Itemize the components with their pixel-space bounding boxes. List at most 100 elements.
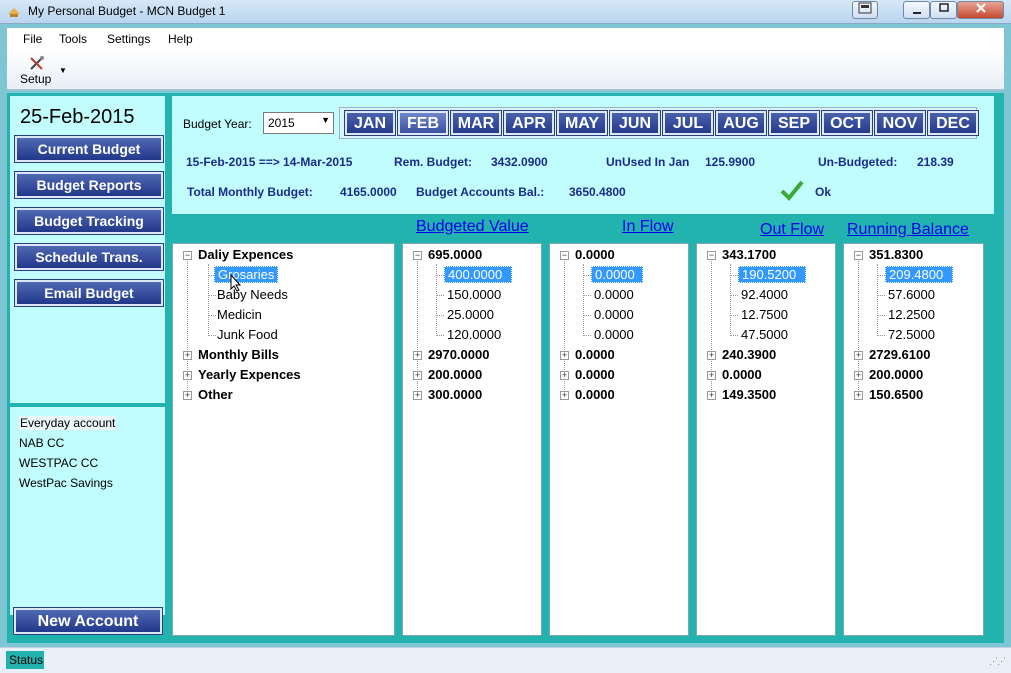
inflow-header[interactable]: In Flow — [622, 218, 674, 236]
month-button-apr[interactable]: APR — [504, 111, 554, 135]
account-item[interactable]: NAB CC — [19, 436, 64, 450]
running-value[interactable]: 351.8300 — [869, 247, 923, 262]
tree-node-subcategory[interactable]: Grosaries — [214, 266, 279, 283]
month-button-dec[interactable]: DEC — [928, 111, 978, 135]
dropdown-arrow-icon[interactable]: ▼ — [59, 66, 67, 75]
month-button-jun[interactable]: JUN — [610, 111, 660, 135]
outflow-value[interactable]: 12.7500 — [741, 307, 788, 322]
outflow-value[interactable]: 343.1700 — [722, 247, 776, 262]
expand-icon[interactable]: + — [560, 391, 569, 400]
expand-icon[interactable]: + — [560, 351, 569, 360]
new-account-button[interactable]: New Account — [14, 608, 162, 634]
collapse-icon[interactable]: − — [854, 251, 863, 260]
budget-year-select[interactable]: 2015 ▼ — [263, 112, 334, 134]
inflow-value[interactable]: 0.0000 — [591, 266, 643, 283]
budget-tracking-button[interactable]: Budget Tracking — [15, 208, 163, 234]
outflow-value[interactable]: 190.5200 — [738, 266, 806, 283]
inflow-value[interactable]: 0.0000 — [575, 247, 615, 262]
tree-node-category[interactable]: Daliy Expences — [198, 247, 293, 262]
menu-tools[interactable]: Tools — [59, 32, 87, 46]
budgeted-value[interactable]: 695.0000 — [428, 247, 482, 262]
inflow-value[interactable]: 0.0000 — [575, 387, 615, 402]
outflow-header[interactable]: Out Flow — [760, 221, 824, 239]
budgeted-value[interactable]: 25.0000 — [447, 307, 494, 322]
outflow-value[interactable]: 0.0000 — [722, 367, 762, 382]
expand-icon[interactable]: + — [413, 351, 422, 360]
close-button[interactable] — [957, 1, 1004, 19]
month-button-nov[interactable]: NOV — [875, 111, 925, 135]
outflow-value[interactable]: 240.3900 — [722, 347, 776, 362]
running-value[interactable]: 200.0000 — [869, 367, 923, 382]
outflow-value[interactable]: 92.4000 — [741, 287, 788, 302]
budgeted-value[interactable]: 200.0000 — [428, 367, 482, 382]
inflow-value[interactable]: 0.0000 — [594, 307, 634, 322]
resize-grip-icon[interactable]: ⋰⋰ — [989, 656, 1006, 667]
minimize-button[interactable] — [903, 1, 930, 19]
expand-icon[interactable]: + — [183, 351, 192, 360]
expand-icon[interactable]: + — [183, 391, 192, 400]
expand-icon[interactable]: + — [854, 351, 863, 360]
tree-node-category[interactable]: Other — [198, 387, 233, 402]
month-button-oct[interactable]: OCT — [822, 111, 872, 135]
month-button-jan[interactable]: JAN — [345, 111, 395, 135]
expand-icon[interactable]: + — [707, 351, 716, 360]
budgeted-value[interactable]: 300.0000 — [428, 387, 482, 402]
budget-reports-button[interactable]: Budget Reports — [15, 172, 163, 198]
expand-icon[interactable]: + — [707, 391, 716, 400]
tree-node-subcategory[interactable]: Medicin — [217, 307, 262, 322]
budgeted-value[interactable]: 150.0000 — [447, 287, 501, 302]
month-button-may[interactable]: MAY — [557, 111, 607, 135]
account-item[interactable]: WestPac Savings — [19, 476, 113, 490]
budgeted-value[interactable]: 120.0000 — [447, 327, 501, 342]
month-button-feb[interactable]: FEB — [398, 111, 448, 135]
schedule-trans-button[interactable]: Schedule Trans. — [15, 244, 163, 270]
email-budget-button[interactable]: Email Budget — [15, 280, 163, 306]
inflow-tree: − 0.0000 0.0000 0.0000 0.0000 0.0000 + 0… — [549, 243, 689, 636]
month-button-jul[interactable]: JUL — [663, 111, 713, 135]
expand-icon[interactable]: + — [560, 371, 569, 380]
running-value[interactable]: 12.2500 — [888, 307, 935, 322]
running-value[interactable]: 209.4800 — [885, 266, 953, 283]
current-budget-button[interactable]: Current Budget — [15, 136, 163, 162]
collapse-icon[interactable]: − — [413, 251, 422, 260]
inflow-value[interactable]: 0.0000 — [575, 347, 615, 362]
account-item[interactable]: Everyday account — [19, 416, 117, 430]
collapse-icon[interactable]: − — [560, 251, 569, 260]
budgeted-value[interactable]: 400.0000 — [444, 266, 512, 283]
expand-icon[interactable]: + — [854, 391, 863, 400]
outflow-value[interactable]: 149.3500 — [722, 387, 776, 402]
collapse-icon[interactable]: − — [183, 251, 192, 260]
outflow-value[interactable]: 47.5000 — [741, 327, 788, 342]
running-balance-header[interactable]: Running Balance — [847, 221, 969, 239]
inflow-value[interactable]: 0.0000 — [594, 287, 634, 302]
restore-layout-button[interactable] — [852, 1, 878, 19]
month-button-sep[interactable]: SEP — [769, 111, 819, 135]
expand-icon[interactable]: + — [854, 371, 863, 380]
tree-node-category[interactable]: Monthly Bills — [198, 347, 279, 362]
month-button-mar[interactable]: MAR — [451, 111, 501, 135]
running-value[interactable]: 57.6000 — [888, 287, 935, 302]
inflow-value[interactable]: 0.0000 — [575, 367, 615, 382]
maximize-button[interactable] — [930, 1, 957, 19]
menu-file[interactable]: File — [23, 32, 42, 46]
menu-help[interactable]: Help — [168, 32, 193, 46]
collapse-icon[interactable]: − — [707, 251, 716, 260]
running-value[interactable]: 150.6500 — [869, 387, 923, 402]
rem-budget-label: Rem. Budget: — [394, 155, 472, 169]
expand-icon[interactable]: + — [707, 371, 716, 380]
tree-node-category[interactable]: Yearly Expences — [198, 367, 301, 382]
expand-icon[interactable]: + — [413, 371, 422, 380]
month-button-aug[interactable]: AUG — [716, 111, 766, 135]
menu-settings[interactable]: Settings — [107, 32, 150, 46]
budgeted-value-header[interactable]: Budgeted Value — [416, 218, 529, 236]
setup-button[interactable]: Setup ▼ — [11, 52, 67, 88]
expand-icon[interactable]: + — [183, 371, 192, 380]
expand-icon[interactable]: + — [413, 391, 422, 400]
inflow-value[interactable]: 0.0000 — [594, 327, 634, 342]
running-value[interactable]: 72.5000 — [888, 327, 935, 342]
budgeted-value[interactable]: 2970.0000 — [428, 347, 489, 362]
tree-node-subcategory[interactable]: Junk Food — [217, 327, 278, 342]
tree-node-subcategory[interactable]: Baby Needs — [217, 287, 288, 302]
account-item[interactable]: WESTPAC CC — [19, 456, 98, 470]
running-value[interactable]: 2729.6100 — [869, 347, 930, 362]
